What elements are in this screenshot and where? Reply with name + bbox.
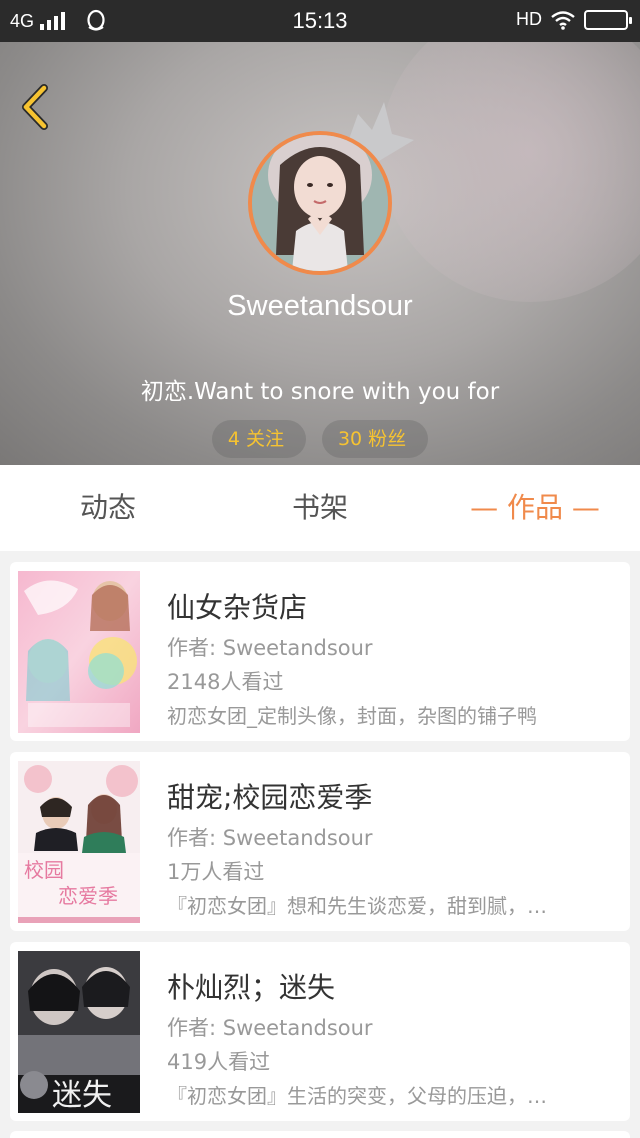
hd-indicator: HD	[516, 9, 542, 29]
work-title: 甜宠;校园恋爱季	[167, 781, 373, 814]
work-author: 作者: Sweetandsour	[167, 826, 373, 850]
followers-pill[interactable]: 30 粉丝	[321, 420, 429, 458]
avatar-image	[252, 135, 388, 271]
work-title: 朴灿烈；迷失	[167, 971, 336, 1004]
tab-bookshelf[interactable]: 书架	[260, 465, 380, 551]
status-bar: 4G 15:13 HD	[0, 0, 640, 42]
work-views: 419人看过	[167, 1050, 271, 1074]
svg-text:校园: 校园	[24, 858, 64, 882]
followers-count: 30	[337, 428, 363, 450]
profile-bio: 初恋.Want to snore with you for	[140, 379, 500, 405]
work-views: 2148人看过	[167, 670, 284, 694]
book-cover: 校园 恋爱季	[18, 761, 140, 923]
tab-works[interactable]: — 作品 —	[460, 465, 610, 551]
following-pill[interactable]: 4 关注	[211, 420, 306, 458]
work-views: 1万人看过	[167, 860, 265, 884]
work-card[interactable]: 校园 恋爱季 甜宠;校园恋爱季 作者: Sweetandsour 1万人看过 『…	[10, 752, 630, 931]
book-cover: 迷失	[18, 951, 140, 1113]
followers-label: 粉丝	[368, 428, 407, 450]
work-card[interactable]: 迷失 朴灿烈；迷失 作者: Sweetandsour 419人看过 『初恋女团』…	[10, 942, 630, 1121]
tab-activity[interactable]: 动态	[48, 465, 168, 551]
username: Sweetandsour	[227, 290, 413, 322]
profile-tabs: 动态 书架 — 作品 —	[0, 465, 640, 551]
cover-image-1	[18, 571, 140, 733]
profile-header: Sweetandsour 初恋.Want to snore with you f…	[0, 42, 640, 465]
svg-text:恋爱季: 恋爱季	[58, 884, 118, 908]
battery-icon	[584, 9, 632, 30]
work-card[interactable]: 仙女杂货店 作者: Sweetandsour 2148人看过 初恋女团_定制头像…	[10, 562, 630, 741]
work-author: 作者: Sweetandsour	[167, 636, 373, 660]
following-count: 4	[227, 428, 240, 450]
follow-stats: 4 关注 30 粉丝	[0, 420, 640, 458]
work-card-partial[interactable]	[10, 1131, 630, 1138]
work-title: 仙女杂货店	[167, 591, 308, 624]
work-description: 『初恋女团』生活的突变，父母的压迫，…	[167, 1084, 547, 1108]
status-right: HD	[516, 9, 632, 30]
book-cover	[18, 571, 140, 733]
back-chevron-left-icon[interactable]	[14, 82, 54, 132]
work-description: 『初恋女团』想和先生谈恋爱，甜到腻，…	[167, 894, 547, 918]
work-description: 初恋女团_定制头像，封面，杂图的铺子鸭	[167, 704, 537, 728]
svg-text:迷失: 迷失	[52, 1078, 112, 1113]
avatar[interactable]	[248, 131, 392, 275]
work-author: 作者: Sweetandsour	[167, 1016, 373, 1040]
following-label: 关注	[245, 428, 284, 450]
wifi-icon	[551, 10, 575, 30]
cover-image-2: 校园 恋爱季	[18, 761, 140, 923]
cover-image-3: 迷失	[18, 951, 140, 1113]
works-list: 仙女杂货店 作者: Sweetandsour 2148人看过 初恋女团_定制头像…	[0, 551, 640, 1138]
